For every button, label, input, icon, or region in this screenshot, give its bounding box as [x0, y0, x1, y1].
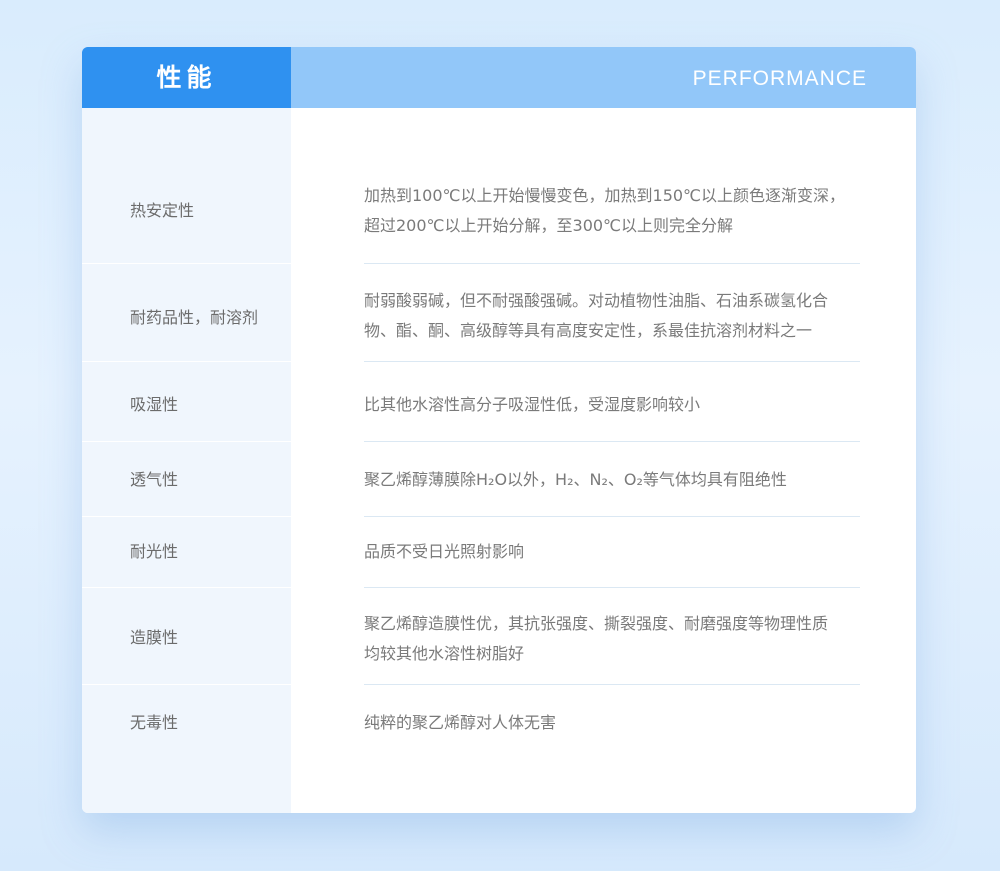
- row-divider: [364, 516, 860, 517]
- label-divider: [82, 587, 291, 588]
- label-divider: [82, 263, 291, 264]
- row-desc-hygroscopicity: 比其他水溶性高分子吸湿性低，受湿度影响较小: [364, 390, 864, 420]
- card-header: 性能 PERFORMANCE: [82, 47, 916, 108]
- row-desc-light-resistance: 品质不受日光照射影响: [364, 537, 864, 567]
- row-label-film-forming: 造膜性: [130, 628, 179, 647]
- row-divider: [364, 263, 860, 264]
- desc-line: 物、酯、酮、高级醇等具有高度安定性，系最佳抗溶剂材料之一: [364, 321, 813, 340]
- desc-line: 聚乙烯醇薄膜除H₂O以外，H₂、N₂、O₂等气体均具有阻绝性: [364, 470, 787, 489]
- row-divider: [364, 587, 860, 588]
- row-desc-non-toxic: 纯粹的聚乙烯醇对人体无害: [364, 708, 864, 738]
- row-label-light-resistance: 耐光性: [130, 542, 179, 561]
- row-label-chemical-resistance: 耐药品性，耐溶剂: [130, 308, 259, 327]
- header-title: 性能: [82, 47, 291, 108]
- performance-card: 性能 PERFORMANCE 热安定性 加热到100℃以上开始慢慢变色，加热到1…: [82, 47, 916, 813]
- row-desc-permeability: 聚乙烯醇薄膜除H₂O以外，H₂、N₂、O₂等气体均具有阻绝性: [364, 465, 864, 495]
- desc-line: 聚乙烯醇造膜性优，其抗张强度、撕裂强度、耐磨强度等物理性质: [364, 614, 829, 633]
- header-subtitle: PERFORMANCE: [692, 67, 867, 90]
- desc-line: 品质不受日光照射影响: [364, 542, 525, 561]
- label-divider: [82, 361, 291, 362]
- desc-line: 超过200℃以上开始分解，至300℃以上则完全分解: [364, 216, 734, 235]
- row-divider: [364, 441, 860, 442]
- row-desc-film-forming: 聚乙烯醇造膜性优，其抗张强度、撕裂强度、耐磨强度等物理性质 均较其他水溶性树脂好: [364, 609, 864, 669]
- desc-line: 加热到100℃以上开始慢慢变色，加热到150℃以上颜色逐渐变深，: [364, 186, 846, 205]
- desc-line: 均较其他水溶性树脂好: [364, 644, 525, 663]
- label-divider: [82, 441, 291, 442]
- row-label-heat-stability: 热安定性: [130, 201, 195, 220]
- row-label-permeability: 透气性: [130, 470, 179, 489]
- row-desc-heat-stability: 加热到100℃以上开始慢慢变色，加热到150℃以上颜色逐渐变深， 超过200℃以…: [364, 181, 864, 241]
- row-label-non-toxic: 无毒性: [130, 713, 179, 732]
- row-divider: [364, 684, 860, 685]
- desc-line: 比其他水溶性高分子吸湿性低，受湿度影响较小: [364, 395, 701, 414]
- label-divider: [82, 684, 291, 685]
- row-label-hygroscopicity: 吸湿性: [130, 395, 179, 414]
- desc-line: 纯粹的聚乙烯醇对人体无害: [364, 713, 557, 732]
- desc-line: 耐弱酸弱碱，但不耐强酸强碱。对动植物性油脂、石油系碳氢化合: [364, 291, 829, 310]
- row-divider: [364, 361, 860, 362]
- label-divider: [82, 516, 291, 517]
- row-desc-chemical-resistance: 耐弱酸弱碱，但不耐强酸强碱。对动植物性油脂、石油系碳氢化合 物、酯、酮、高级醇等…: [364, 286, 864, 346]
